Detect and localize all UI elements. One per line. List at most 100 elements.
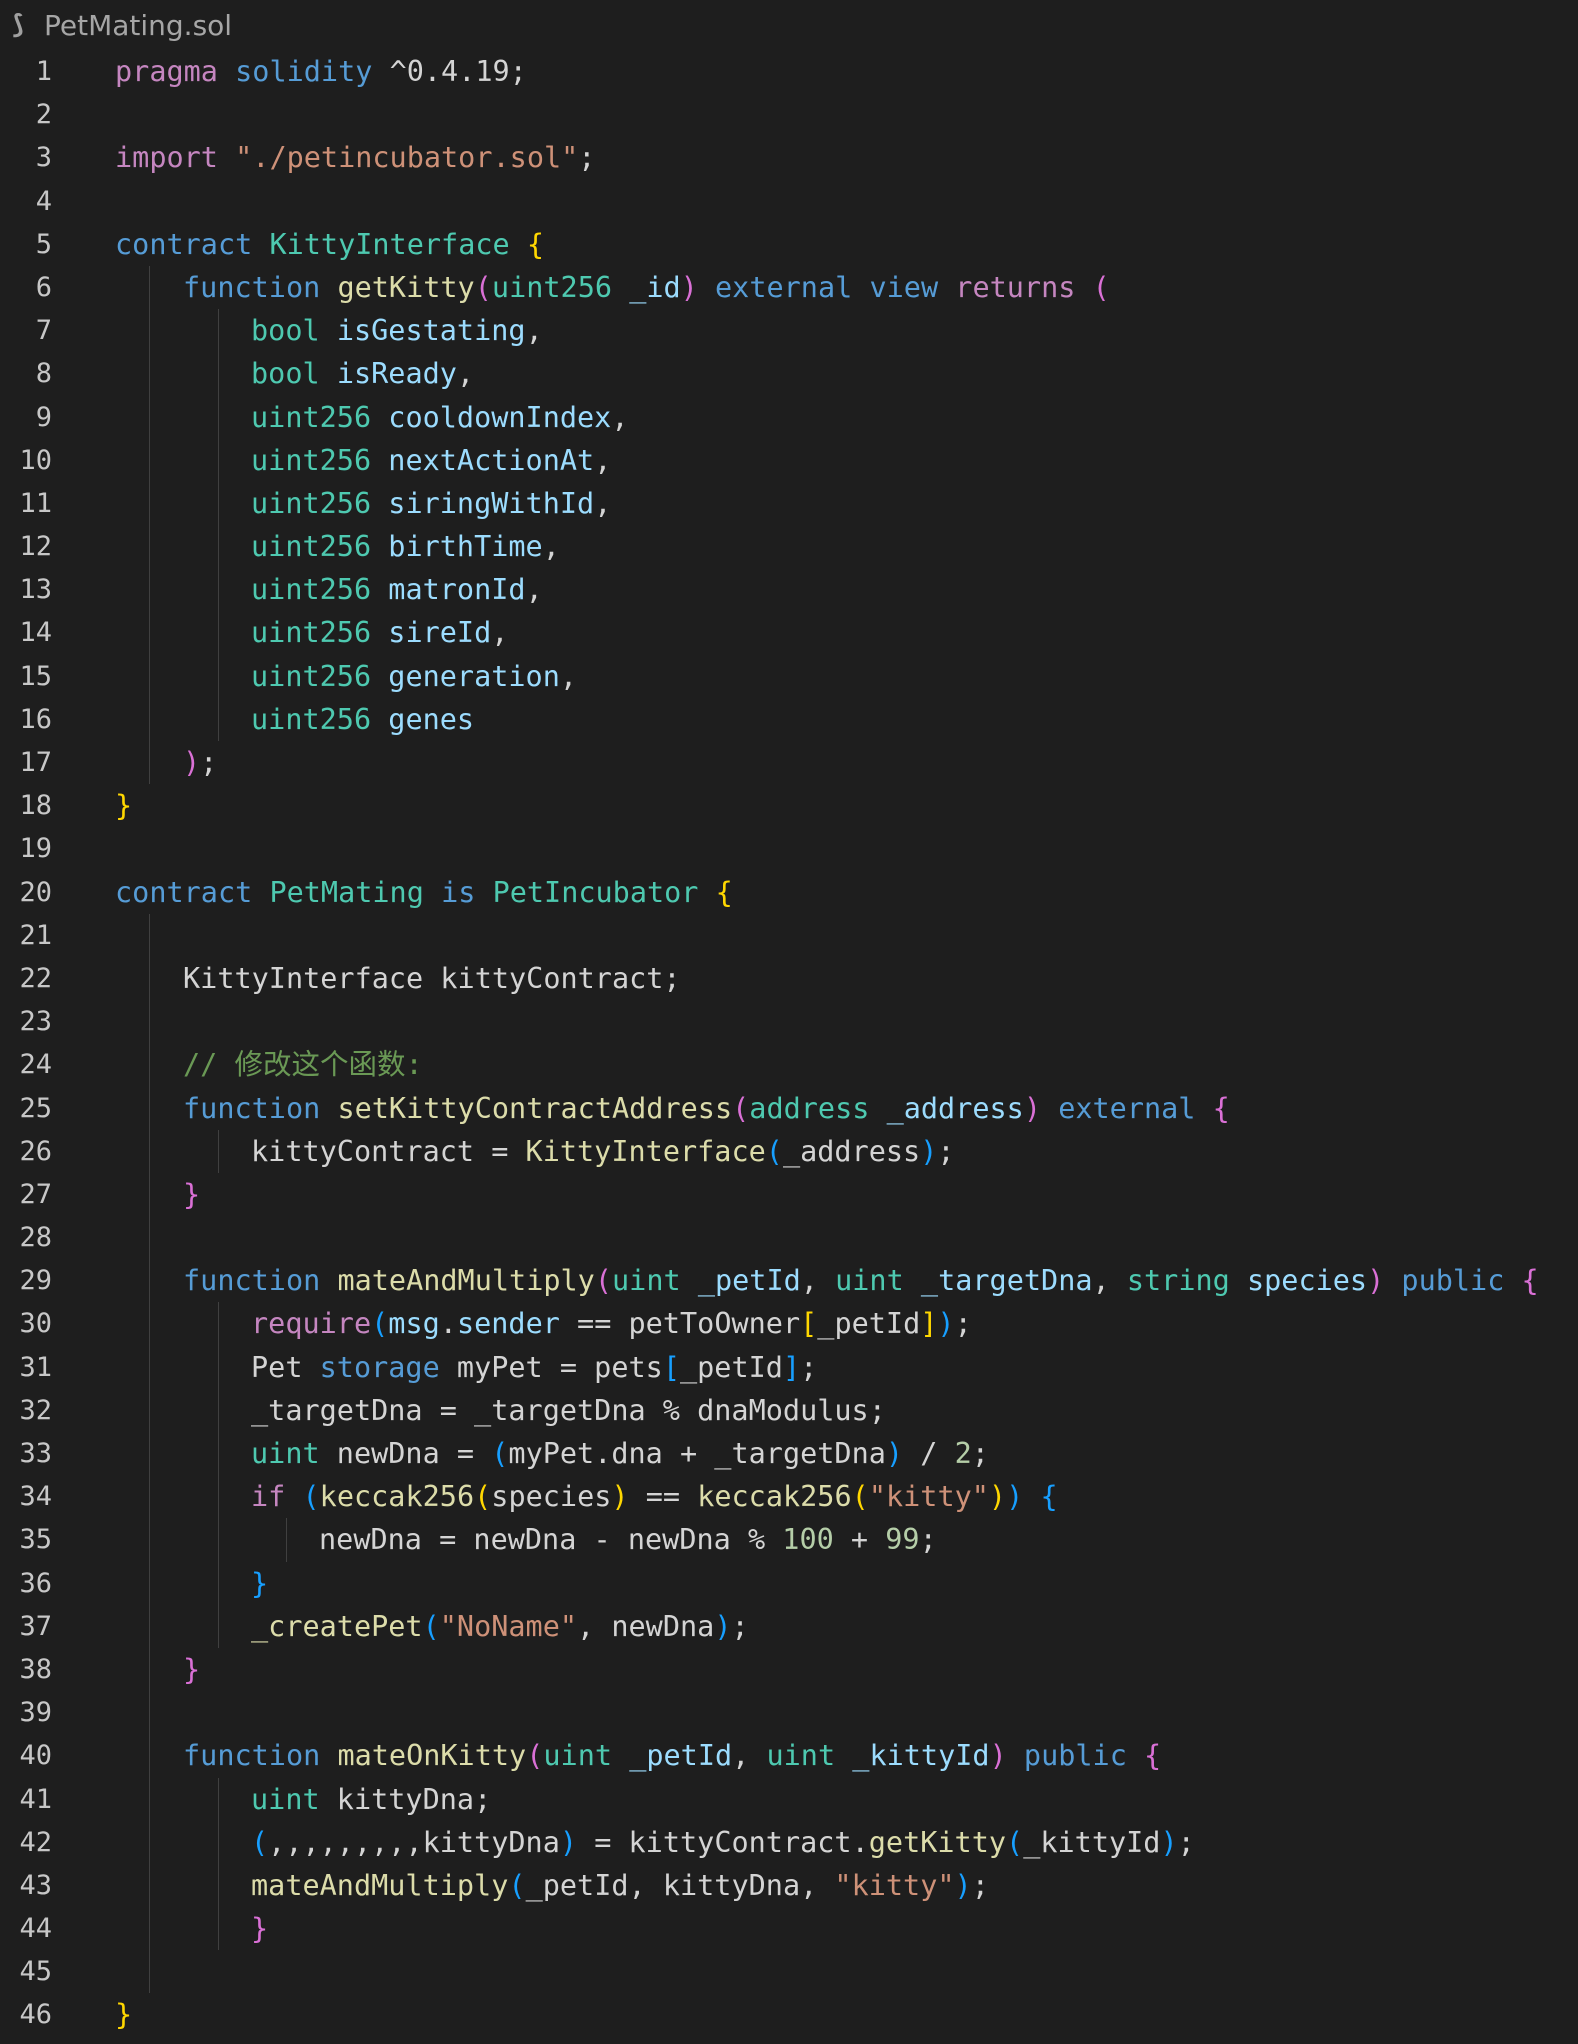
line-number: 15 [19, 660, 52, 692]
code-token: public [1401, 1264, 1505, 1298]
code-token: species [491, 1480, 612, 1514]
code-line[interactable]: 10 uint256 nextActionAt, [0, 438, 1578, 482]
code-line[interactable]: 40 function mateOnKitty(uint _petId, uint… [0, 1734, 1578, 1778]
code-area[interactable]: 1 pragma solidity ^0.4.19; 2 3 import "./pet… [0, 50, 1578, 2037]
line-number: 39 [19, 1697, 52, 1729]
code-line[interactable]: 18} [0, 784, 1578, 827]
code-token: , newDna [577, 1609, 715, 1643]
code-token: , [594, 443, 612, 477]
code-token: ) [559, 1825, 578, 1859]
code-token: , [456, 357, 475, 391]
code-token: uint256 [251, 702, 372, 736]
code-line[interactable]: 5 contract KittyInterface { [0, 223, 1578, 266]
code-line[interactable]: 19 [0, 827, 1578, 870]
line-number: 23 [19, 1006, 52, 1038]
code-token: + [833, 1523, 886, 1557]
code-line[interactable]: 12 uint256 birthTime, [0, 525, 1578, 569]
code-token: sireId [388, 616, 492, 650]
code-line[interactable]: 6 function getKitty(uint256 _id) external… [0, 265, 1578, 310]
code-token: uint256 [251, 659, 372, 693]
code-line[interactable]: 31 Pet storage myPet = pets[_petId]; [0, 1345, 1578, 1389]
line-content: } [251, 1562, 268, 1605]
code-line[interactable]: 42 (,,,,,,,,,kittyDna) = kittyContract.ge… [0, 1820, 1578, 1864]
code-token: _targetDna [920, 1264, 1093, 1298]
indent-guide [149, 525, 150, 569]
code-line[interactable]: 7 bool isGestating, [0, 309, 1578, 353]
line-content: } [115, 784, 132, 827]
code-line[interactable]: 9 uint256 cooldownIndex, [0, 395, 1578, 439]
code-token: address [749, 1091, 870, 1125]
code-line[interactable]: 22 KittyInterface kittyContract; [0, 956, 1578, 1001]
code-token: contract [115, 227, 253, 261]
line-content: KittyInterface kittyContract; [183, 957, 681, 1000]
indent-guide [149, 741, 150, 785]
code-line[interactable]: 43 mateAndMultiply(_petId, kittyDna, "kit… [0, 1863, 1578, 1908]
editor-tab[interactable]: ⟆ PetMating.sol [0, 0, 1578, 50]
code-line[interactable]: 46} [0, 1993, 1578, 2036]
code-line[interactable]: 1 pragma solidity ^0.4.19; [0, 50, 1578, 93]
code-line[interactable]: 30 require(msg.sender == petToOwner[_petI… [0, 1302, 1578, 1346]
code-token: . [439, 1307, 457, 1341]
line-content: bool isGestating, [251, 309, 543, 352]
code-token: mateAndMultiply [251, 1868, 509, 1902]
code-token: KittyInterface [269, 227, 510, 261]
line-content: Pet storage myPet = pets[_petId]; [251, 1346, 817, 1389]
code-line[interactable]: 34 if (keccak256(species) == keccak256("k… [0, 1475, 1578, 1519]
code-line[interactable]: 26 kittyContract = KittyInterface(_addres… [0, 1129, 1578, 1173]
code-line[interactable]: 21 [0, 913, 1578, 957]
code-line[interactable]: 45 [0, 1950, 1578, 1994]
code-line[interactable]: 33 uint newDna = (myPet.dna + _targetDna)… [0, 1432, 1578, 1476]
code-token: function [183, 270, 321, 304]
code-token: _kittyId [1023, 1825, 1161, 1859]
code-line[interactable]: 37 _createPet("NoName", newDna); [0, 1604, 1578, 1648]
code-line[interactable]: 14 uint256 sireId, [0, 611, 1578, 655]
code-line[interactable]: 44} [0, 1907, 1578, 1951]
code-line[interactable]: 3 import "./petincubator.sol"; [0, 136, 1578, 179]
code-line[interactable]: 8 bool isReady, [0, 352, 1578, 396]
code-line[interactable]: 39 [0, 1691, 1578, 1735]
code-token: ) [920, 1134, 938, 1168]
code-line[interactable]: 20 contract PetMating is PetIncubator { [0, 871, 1578, 914]
code-line[interactable]: 29 function mateAndMultiply(uint _petId, … [0, 1259, 1578, 1303]
code-line[interactable]: 38} [0, 1647, 1578, 1692]
code-token: { [1212, 1091, 1230, 1125]
code-line[interactable]: 27} [0, 1172, 1578, 1217]
code-line[interactable]: 23 [0, 1000, 1578, 1044]
code-token: ( [251, 1825, 269, 1859]
code-line[interactable]: 28 [0, 1216, 1578, 1260]
code-token: , [559, 659, 578, 693]
code-line[interactable]: 17); [0, 741, 1578, 785]
code-line[interactable]: 36} [0, 1561, 1578, 1605]
code-line[interactable]: 4 [0, 180, 1578, 223]
code-line[interactable]: 35 newDna = newDna - newDna % 100 + 99; [0, 1518, 1578, 1562]
line-number: 43 [19, 1869, 52, 1901]
code-token: ( [302, 1480, 320, 1514]
code-line[interactable]: 24 // 修改这个函数: [0, 1043, 1578, 1087]
code-token: sender [456, 1307, 560, 1341]
code-line[interactable]: 32 _targetDna = _targetDna % dnaModulus; [0, 1388, 1578, 1432]
code-token: _address [886, 1091, 1024, 1125]
code-token: _id [629, 270, 681, 304]
code-token: pragma [115, 55, 218, 88]
indent-guide [149, 1734, 150, 1778]
indent-guide [218, 352, 219, 396]
code-token: view [869, 270, 939, 304]
indent-guide [149, 697, 150, 741]
code-line[interactable]: 13 uint256 matronId, [0, 568, 1578, 612]
code-line[interactable]: 11 uint256 siringWithId, [0, 481, 1578, 526]
code-line[interactable]: 25 function setKittyContractAddress(addre… [0, 1086, 1578, 1130]
code-token: keccak256 [319, 1480, 475, 1514]
code-line[interactable]: 16 uint256 genes [0, 697, 1578, 741]
code-line[interactable]: 41 uint kittyDna; [0, 1777, 1578, 1821]
code-token: storage [319, 1350, 440, 1384]
code-token: _address [782, 1134, 921, 1168]
code-line[interactable]: 2 [0, 93, 1578, 136]
code-line[interactable]: 15 uint256 generation, [0, 654, 1578, 698]
indent-guide [149, 654, 150, 698]
